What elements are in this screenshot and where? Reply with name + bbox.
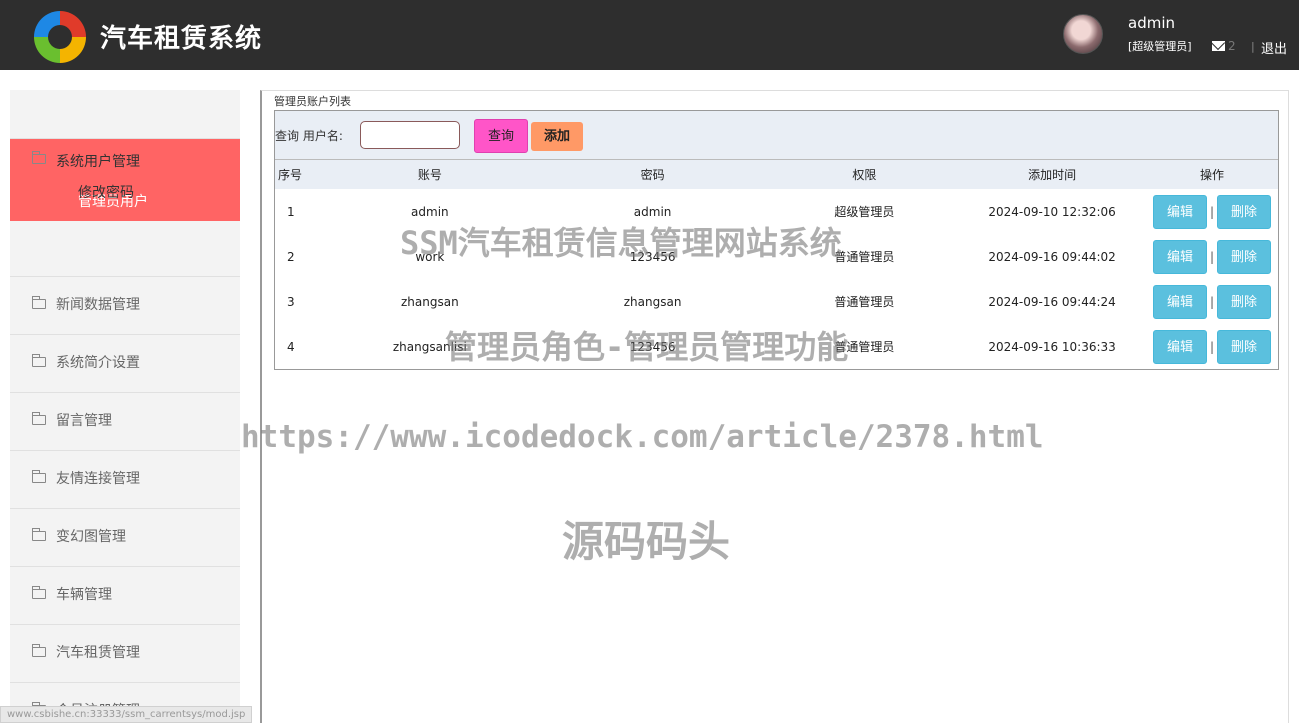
sidebar-group-label: 汽车租赁管理: [56, 645, 140, 661]
action-separator: |: [1209, 204, 1215, 219]
watermark-brand: 源码码头: [562, 517, 731, 566]
col-index: 序号: [278, 168, 303, 182]
sidebar-group-label: 变幻图管理: [56, 529, 126, 545]
sidebar: 系统用户管理 管理员用户 修改密码 新闻数据管理 系统简介设置 留言管理 友情连…: [10, 90, 240, 723]
col-added-time: 添加时间: [1028, 168, 1077, 182]
folder-icon: [32, 151, 46, 164]
folder-icon: [32, 644, 46, 657]
sidebar-group-intro[interactable]: 系统简介设置: [10, 334, 240, 392]
sidebar-group-rentals[interactable]: 汽车租赁管理: [10, 624, 240, 682]
folder-icon: [32, 354, 46, 367]
app-logo-icon: [34, 11, 86, 63]
sidebar-group-label: 友情连接管理: [56, 471, 140, 487]
cell-actions: 编辑 | 删除: [1146, 324, 1278, 369]
edit-button[interactable]: 编辑: [1152, 329, 1207, 364]
sidebar-group-links[interactable]: 友情连接管理: [10, 450, 240, 508]
cell-actions: 编辑 | 删除: [1146, 279, 1278, 324]
cell-index: 1: [287, 204, 295, 219]
user-role: [超级管理员]: [1128, 40, 1192, 53]
folder-icon: [32, 412, 46, 425]
action-separator: |: [1209, 294, 1215, 309]
col-password: 密码: [640, 168, 665, 182]
list-title: 管理员账户列表: [274, 95, 351, 108]
sidebar-group-label: 留言管理: [56, 413, 112, 429]
mail-icon[interactable]: [1212, 41, 1225, 51]
folder-icon: [32, 528, 46, 541]
sidebar-group-user-mgmt[interactable]: 系统用户管理 管理员用户 修改密码: [10, 138, 240, 276]
sidebar-group-messages[interactable]: 留言管理: [10, 392, 240, 450]
cell-account: zhangsan: [400, 294, 459, 309]
header-separator: |: [1251, 40, 1255, 53]
main-content: 管理员账户列表 查询 用户名: 查询 添加 序号 账号 密码 权限 添加时间 操…: [260, 90, 1289, 723]
top-header: 汽车租赁系统 admin [超级管理员] 2 | 退出: [0, 0, 1299, 70]
folder-icon: [32, 470, 46, 483]
sidebar-group-label: 系统用户管理: [56, 154, 140, 170]
app-title: 汽车租赁系统: [100, 24, 263, 54]
query-toolbar: 查询 用户名: 查询 添加: [275, 111, 1278, 160]
folder-icon: [32, 296, 46, 309]
query-label: 查询 用户名:: [275, 129, 343, 143]
cell-index: 2: [287, 249, 295, 264]
table-row: 3 zhangsan zhangsan 普通管理员 2024-09-16 09:…: [275, 279, 1278, 324]
cell-index: 3: [287, 294, 295, 309]
sidebar-group-header[interactable]: 系统用户管理 管理员用户: [10, 139, 240, 221]
username: admin: [1128, 14, 1175, 32]
query-button[interactable]: 查询: [474, 119, 528, 153]
username-search-input[interactable]: [360, 121, 460, 149]
edit-button[interactable]: 编辑: [1152, 284, 1207, 319]
delete-button[interactable]: 删除: [1217, 329, 1272, 364]
cell-password: zhangsan: [623, 294, 682, 309]
add-button[interactable]: 添加: [531, 122, 583, 151]
cell-added-time: 2024-09-16 09:44:02: [988, 249, 1116, 264]
mail-count[interactable]: 2: [1228, 39, 1236, 53]
col-permission: 权限: [852, 168, 877, 182]
folder-icon: [32, 586, 46, 599]
edit-button[interactable]: 编辑: [1152, 194, 1207, 229]
col-account: 账号: [417, 168, 442, 182]
delete-button[interactable]: 删除: [1217, 194, 1272, 229]
cell-index: 4: [287, 339, 295, 354]
col-actions: 操作: [1199, 168, 1224, 182]
watermark-url: https://www.icodedock.com/article/2378.h…: [241, 419, 1044, 455]
sidebar-group-label: 车辆管理: [56, 587, 112, 603]
sidebar-group-banners[interactable]: 变幻图管理: [10, 508, 240, 566]
watermark-subtitle: 管理员角色-管理员管理功能: [445, 328, 849, 366]
sidebar-group-vehicles[interactable]: 车辆管理: [10, 566, 240, 624]
sidebar-group-label: 新闻数据管理: [56, 297, 140, 313]
delete-button[interactable]: 删除: [1217, 284, 1272, 319]
sidebar-item-change-password[interactable]: 修改密码: [78, 182, 134, 202]
edit-button[interactable]: 编辑: [1152, 239, 1207, 274]
cell-actions: 编辑 | 删除: [1146, 234, 1278, 279]
status-bar-url: www.csbishe.cn:33333/ssm_carrentsys/mod.…: [0, 706, 253, 723]
action-separator: |: [1209, 339, 1215, 354]
action-separator: |: [1209, 249, 1215, 264]
table-header-row: 序号 账号 密码 权限 添加时间 操作: [275, 160, 1278, 189]
user-avatar[interactable]: [1063, 14, 1103, 54]
cell-permission: 普通管理员: [834, 295, 895, 309]
cell-added-time: 2024-09-16 10:36:33: [988, 339, 1116, 354]
cell-added-time: 2024-09-10 12:32:06: [988, 204, 1116, 219]
logout-link[interactable]: 退出: [1261, 38, 1287, 57]
watermark-title: SSM汽车租赁信息管理网站系统: [400, 224, 842, 262]
sidebar-group-news[interactable]: 新闻数据管理: [10, 276, 240, 334]
cell-actions: 编辑 | 删除: [1146, 189, 1278, 234]
cell-added-time: 2024-09-16 09:44:24: [988, 294, 1116, 309]
delete-button[interactable]: 删除: [1217, 239, 1272, 274]
sidebar-group-label: 系统简介设置: [56, 355, 140, 371]
